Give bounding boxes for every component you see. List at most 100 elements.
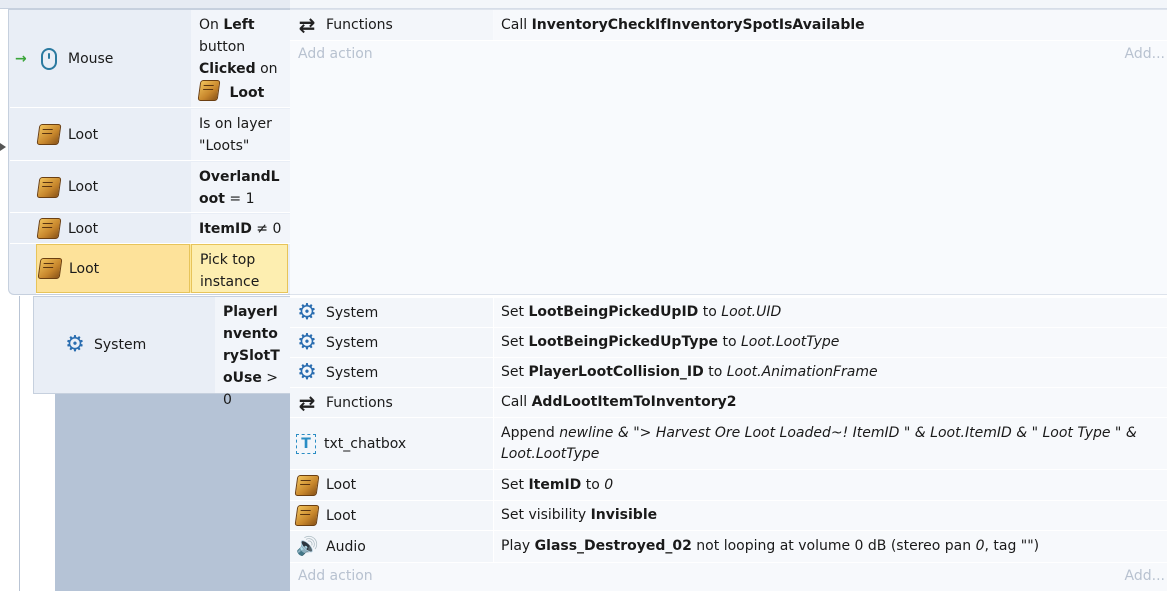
action-object-name: Functions <box>326 17 393 33</box>
subevent-tree-line <box>19 296 33 591</box>
subevent-action-row[interactable]: ⚙ System Set LootBeingPickedUpType to Loot… <box>290 328 1167 358</box>
condition-text[interactable]: On Left button Clicked on Loot <box>191 10 290 107</box>
subevent-action-row[interactable]: Loot Set visibility Invisible <box>290 501 1167 531</box>
condition-object-name: Loot <box>68 126 99 143</box>
subevent-condition-text[interactable]: PlayerInventorySlotToUse > 0 <box>215 297 290 408</box>
action-text-part: AddLootItemToInventory2 <box>531 394 737 410</box>
condition-object[interactable]: Loot <box>10 162 190 212</box>
add-action-link[interactable]: Add action <box>298 46 373 62</box>
mouse-icon <box>41 47 57 70</box>
add-action-row[interactable]: Add action Add... <box>290 41 1167 69</box>
condition-object[interactable]: Loot <box>36 244 190 293</box>
loot-icon <box>294 505 320 526</box>
action-function-name: InventoryCheckIfInventorySpotIsAvailable <box>531 16 865 33</box>
action-text-part: not looping at volume 0 dB (stereo pan <box>691 538 976 554</box>
functions-icon: ⇄ <box>298 390 316 415</box>
action-text[interactable]: Call AddLootItemToInventory2 <box>494 388 1167 417</box>
action-object-name: System <box>326 304 379 321</box>
action-object[interactable]: Ttxt_chatbox <box>290 418 493 469</box>
condition-object[interactable]: Loot <box>10 214 190 243</box>
action-text[interactable]: Call InventoryCheckIfInventorySpotIsAvai… <box>494 10 1167 40</box>
action-text-part: to <box>581 476 605 493</box>
condition-text-part: On <box>199 17 224 33</box>
condition-object-name: Loot <box>68 220 99 237</box>
subevent-action-row[interactable]: Loot Set ItemID to 0 <box>290 470 1167 501</box>
subevent-action-row[interactable]: ⚙ System Set LootBeingPickedUpID to Loot.U… <box>290 298 1167 328</box>
action-object[interactable]: Loot <box>290 470 493 500</box>
condition-comparison: = 1 <box>224 191 255 207</box>
action-text-part: Play <box>501 538 535 554</box>
loot-icon <box>197 80 221 101</box>
subevent-empty-area <box>55 394 290 591</box>
action-text-part: , tag "") <box>984 538 1040 554</box>
condition-text[interactable]: Pick top instance <box>191 244 288 293</box>
action-text-part: LootBeingPickedUpID <box>528 304 699 320</box>
action-text[interactable]: Set ItemID to 0 <box>494 470 1167 500</box>
action-text[interactable]: Set visibility Invisible <box>494 501 1167 530</box>
condition-item-id[interactable]: Loot ItemID ≠ 0 <box>10 214 290 244</box>
loot-icon <box>36 176 62 198</box>
action-text-part: Glass_Destroyed_02 <box>534 538 692 554</box>
action-object[interactable]: ⚙ System <box>290 298 493 327</box>
action-text-content: Play Glass_Destroyed_02 not looping at v… <box>501 536 1039 557</box>
action-text-part: Invisible <box>590 507 658 523</box>
action-text-part: Loot.AnimationFrame <box>726 364 878 380</box>
loot-icon <box>36 218 62 239</box>
condition-mouse-clicked[interactable]: → Mouse On Left button Clicked on Loot <box>10 10 290 108</box>
action-text-content: Set visibility Invisible <box>501 505 657 526</box>
action-text[interactable]: Set PlayerLootCollision_ID to Loot.Anima… <box>494 358 1167 387</box>
add-action-link[interactable]: Add action <box>298 568 373 584</box>
subevent-action-row[interactable]: ⇄ Functions Call AddLootItemToInventory2 <box>290 388 1167 418</box>
action-text-part: Append <box>501 424 560 441</box>
action-object[interactable]: ⚙ System <box>290 328 493 357</box>
subevent-action-row[interactable]: ⚙ System Set PlayerLootCollision_ID to Loo… <box>290 358 1167 388</box>
action-text[interactable]: Append newline & "> Harvest Ore Loot Loa… <box>494 418 1167 469</box>
condition-pick-top-instance[interactable]: Loot Pick top instance <box>36 244 288 294</box>
condition-is-on-layer[interactable]: Loot Is on layer "Loots" <box>10 109 290 161</box>
action-object[interactable]: ⇄ Functions <box>290 10 493 40</box>
trigger-arrow-icon: → <box>15 50 27 67</box>
loot-icon <box>37 258 63 279</box>
condition-object[interactable]: → Mouse <box>10 10 190 107</box>
condition-text[interactable]: ItemID ≠ 0 <box>191 214 290 243</box>
subevent-action-row[interactable]: Ttxt_chatbox Append newline & "> Harvest … <box>290 418 1167 470</box>
condition-text[interactable]: OverlandLoot = 1 <box>191 162 290 212</box>
condition-overland-loot[interactable]: Loot OverlandLoot = 1 <box>10 162 290 213</box>
action-object[interactable]: ⇄ Functions <box>290 388 493 417</box>
subevent-add-action-row[interactable]: Add action Add... <box>290 563 1167 591</box>
action-text-part: Set <box>501 304 529 320</box>
action-object-name: Loot <box>326 507 357 524</box>
condition-text-part: on <box>255 61 278 77</box>
action-text[interactable]: Set LootBeingPickedUpID to Loot.UID <box>494 298 1167 327</box>
condition-object-name: Loot <box>69 260 100 277</box>
condition-object[interactable]: Loot <box>10 109 190 160</box>
action-object[interactable]: Loot <box>290 501 493 530</box>
audio-icon: 🔊 <box>296 535 319 557</box>
action-object-name: System <box>326 364 379 381</box>
condition-text[interactable]: Is on layer "Loots" <box>191 109 290 160</box>
collapse-arrow-icon[interactable] <box>0 143 6 151</box>
action-text-part: Call <box>501 16 532 33</box>
action-call-inventory-check[interactable]: ⇄ Functions Call InventoryCheckIfInvento… <box>290 10 1167 41</box>
loot-icon <box>36 124 62 145</box>
action-text-part: Call <box>501 394 532 410</box>
add-more-link[interactable]: Add... <box>1125 568 1165 584</box>
action-text-part: Set <box>501 334 529 350</box>
action-object[interactable]: ⚙ System <box>290 358 493 387</box>
condition-comparison: ≠ 0 <box>251 221 282 237</box>
action-object[interactable]: 🔊 Audio <box>290 531 493 562</box>
subevent-action-row[interactable]: 🔊 Audio Play Glass_Destroyed_02 not loopin… <box>290 531 1167 563</box>
action-object-name: System <box>326 334 379 351</box>
action-text-part: 0 <box>604 476 614 493</box>
gear-icon: ⚙ <box>297 299 317 325</box>
action-text-content: Set PlayerLootCollision_ID to Loot.Anima… <box>501 362 878 383</box>
action-text-part: Loot.UID <box>721 304 782 320</box>
previous-event-conditions-strip <box>0 0 290 9</box>
add-more-link[interactable]: Add... <box>1125 46 1165 62</box>
condition-variable: ItemID <box>199 221 252 237</box>
gear-icon: ⚙ <box>297 329 317 355</box>
subevent-condition-object[interactable]: ⚙ System <box>34 297 214 393</box>
action-text[interactable]: Play Glass_Destroyed_02 not looping at v… <box>494 531 1167 562</box>
action-text-part: Set <box>501 364 529 380</box>
action-text[interactable]: Set LootBeingPickedUpType to Loot.LootTy… <box>494 328 1167 357</box>
